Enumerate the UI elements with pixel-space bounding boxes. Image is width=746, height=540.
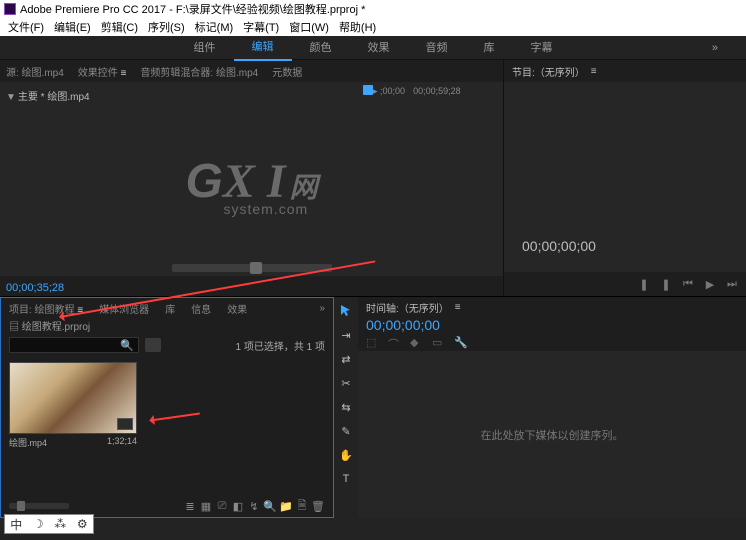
- menu-help[interactable]: 帮助(H): [335, 19, 380, 35]
- ruler-tick-start: ▸ ;00;00: [373, 86, 405, 97]
- slip-tool-icon[interactable]: ⇆: [338, 399, 354, 415]
- watermark: GGXI网X I网 system.com: [185, 154, 317, 217]
- razor-tool-icon[interactable]: ✂: [338, 375, 354, 391]
- ws-assembly[interactable]: 组件: [176, 36, 234, 60]
- chevron-down-icon[interactable]: ▼: [6, 92, 16, 103]
- menu-clip[interactable]: 剪辑(C): [97, 19, 142, 35]
- ime-spark-icon[interactable]: ⁂: [54, 517, 66, 531]
- clip-thumbnail[interactable]: 绘图.mp4 1;32;14: [9, 362, 137, 489]
- timeline-timecode[interactable]: 00;00;00;00: [358, 317, 746, 333]
- menu-sequence[interactable]: 序列(S): [144, 19, 189, 35]
- tab-effects[interactable]: 效果: [227, 301, 247, 316]
- zoom-slider[interactable]: [172, 264, 332, 272]
- freeform-view-icon[interactable]: ⎚: [215, 499, 229, 513]
- workspace-overflow-icon[interactable]: »: [694, 36, 736, 60]
- menubar: 文件(F) 编辑(E) 剪辑(C) 序列(S) 标记(M) 字幕(T) 窗口(W…: [0, 18, 746, 36]
- file-icon: ▤: [9, 322, 19, 333]
- ime-moon-icon[interactable]: ☽: [33, 517, 44, 531]
- playhead-icon[interactable]: [363, 85, 373, 95]
- ws-libraries[interactable]: 库: [466, 36, 513, 60]
- tab-media-browser[interactable]: 媒体浏览器: [99, 301, 149, 316]
- selection-status: 1 项已选择，共 1 项: [236, 338, 325, 353]
- ime-mode[interactable]: 中: [10, 516, 22, 533]
- tab-libraries[interactable]: 库: [165, 301, 175, 316]
- mark-in-icon[interactable]: ❚: [638, 278, 650, 290]
- ws-effects[interactable]: 效果: [350, 36, 408, 60]
- panel-overflow-icon[interactable]: »: [319, 303, 325, 314]
- icon-view-icon[interactable]: ▦: [199, 499, 213, 513]
- ws-audio[interactable]: 音频: [408, 36, 466, 60]
- ws-color[interactable]: 颜色: [292, 36, 350, 60]
- tab-info[interactable]: 信息: [191, 301, 211, 316]
- menu-marker[interactable]: 标记(M): [191, 19, 238, 35]
- window-title: Adobe Premiere Pro CC 2017 - F:\录屏文件\经验视…: [20, 1, 365, 17]
- thumbnail-size-slider[interactable]: [9, 503, 69, 509]
- program-panel-title: 节目:（无序列）: [512, 64, 585, 79]
- source-timecode[interactable]: 00;00;35;28: [6, 282, 64, 294]
- new-bin-icon[interactable]: 📁: [279, 499, 293, 513]
- program-timecode[interactable]: 00;00;00;00: [522, 238, 596, 254]
- timeline-display-icon[interactable]: ▭: [432, 336, 444, 348]
- play-icon[interactable]: ▶: [704, 278, 716, 290]
- thumbnail-image: [9, 362, 137, 434]
- selection-tool-icon[interactable]: [338, 303, 354, 319]
- new-item-icon[interactable]: 🗎: [295, 499, 309, 513]
- ripple-edit-tool-icon[interactable]: ⇄: [338, 351, 354, 367]
- wrench-icon[interactable]: 🔧: [454, 336, 466, 348]
- list-view-icon[interactable]: ≣: [183, 499, 197, 513]
- ruler-tick-end: 00;00;59;28: [413, 86, 461, 96]
- marker-icon[interactable]: ◆: [410, 336, 422, 348]
- menu-window[interactable]: 窗口(W): [285, 19, 333, 35]
- step-fwd-icon[interactable]: ⏭: [726, 278, 738, 290]
- menu-edit[interactable]: 编辑(E): [50, 19, 95, 35]
- panel-menu-icon[interactable]: ≡: [455, 302, 461, 313]
- tab-metadata[interactable]: 元数据: [272, 64, 302, 79]
- zoom-handle[interactable]: [250, 262, 262, 274]
- ime-gear-icon[interactable]: ⚙: [77, 517, 88, 531]
- find-icon[interactable]: 🔍: [263, 499, 277, 513]
- ws-titles[interactable]: 字幕: [513, 36, 571, 60]
- hand-tool-icon[interactable]: ✋: [338, 447, 354, 463]
- search-input[interactable]: 🔍: [9, 337, 139, 353]
- menu-file[interactable]: 文件(F): [4, 19, 48, 35]
- search-icon: 🔍: [120, 339, 134, 352]
- mark-out-icon[interactable]: ❚: [660, 278, 672, 290]
- ws-editing[interactable]: 编辑: [234, 35, 292, 61]
- linked-selection-icon[interactable]: ⌒: [388, 336, 400, 348]
- snap-icon[interactable]: ⬚: [366, 336, 378, 348]
- pen-tool-icon[interactable]: ✎: [338, 423, 354, 439]
- tab-source[interactable]: 源: 绘图.mp4: [6, 64, 64, 79]
- timeline-drop-hint: 在此处放下媒体以创建序列。: [481, 427, 624, 443]
- tab-effect-controls[interactable]: 效果控件 ≡: [78, 64, 127, 79]
- workspace-tabs: 组件 编辑 颜色 效果 音频 库 字幕 »: [0, 36, 746, 60]
- effect-master-label: ▼主要 * 绘图.mp4: [6, 88, 90, 103]
- project-filename: 绘图教程.prproj: [22, 322, 90, 333]
- tab-audio-mixer[interactable]: 音频剪辑混合器: 绘图.mp4: [140, 64, 258, 79]
- automate-icon[interactable]: ↯: [247, 499, 261, 513]
- menu-title[interactable]: 字幕(T): [239, 19, 283, 35]
- clip-name: 绘图.mp4: [9, 436, 47, 449]
- sort-icon[interactable]: ◧: [231, 499, 245, 513]
- step-back-icon[interactable]: ⏮: [682, 278, 694, 290]
- type-tool-icon[interactable]: T: [338, 471, 354, 487]
- tab-project[interactable]: 项目: 绘图教程 ≡: [9, 301, 83, 316]
- app-icon: [4, 3, 16, 15]
- ime-toolbar[interactable]: 中 ☽ ⁂ ⚙: [4, 514, 94, 534]
- delete-icon[interactable]: 🗑: [311, 499, 325, 513]
- new-bin-button[interactable]: [145, 338, 161, 352]
- clip-duration: 1;32;14: [107, 436, 137, 449]
- panel-menu-icon[interactable]: ≡: [591, 66, 597, 77]
- track-select-tool-icon[interactable]: ⇥: [338, 327, 354, 343]
- timeline-title: 时间轴:（无序列）: [366, 300, 449, 315]
